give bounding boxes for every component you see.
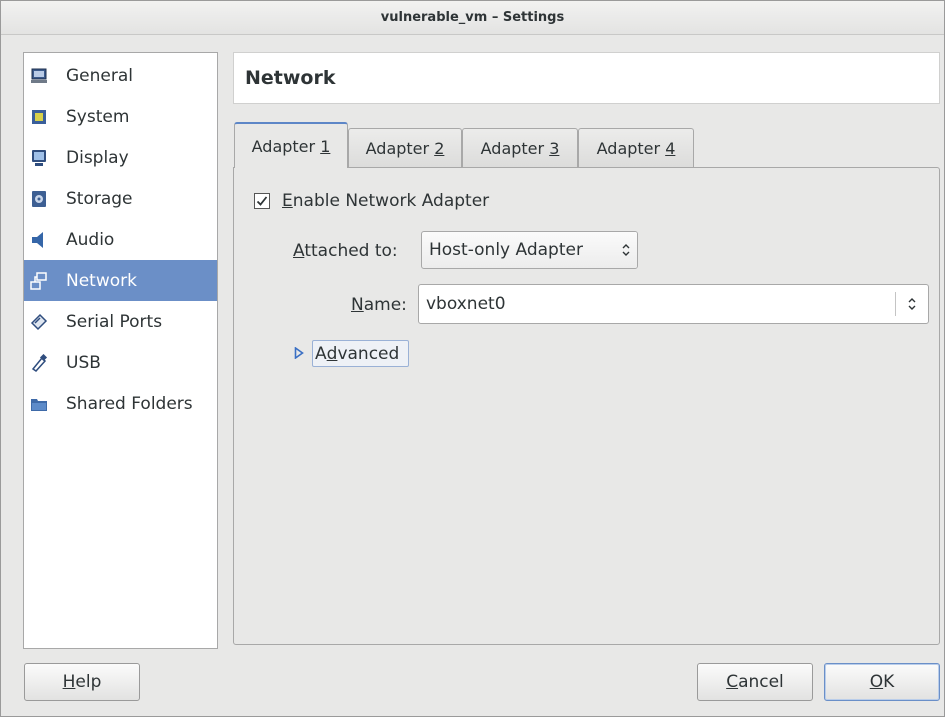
attached-to-value: Host-only Adapter (429, 240, 583, 260)
tab-adapter-3[interactable]: Adapter 3 (462, 128, 578, 167)
tab-adapter-4[interactable]: Adapter 4 (578, 128, 694, 167)
sidebar-item-shared-folders[interactable]: Shared Folders (24, 383, 217, 424)
name-label-text: ame: (363, 295, 407, 315)
settings-sidebar: General System Display Storage Audio Net… (23, 52, 218, 649)
speaker-icon (30, 231, 48, 249)
sidebar-item-label: Network (66, 270, 137, 291)
checkmark-icon (256, 196, 268, 206)
sidebar-item-label: Audio (66, 229, 115, 250)
sidebar-item-storage[interactable]: Storage (24, 178, 217, 219)
help-button[interactable]: Help (24, 663, 140, 701)
attached-to-select[interactable]: Host-only Adapter (421, 231, 638, 269)
folder-icon (30, 395, 48, 413)
disk-icon (30, 190, 48, 208)
attached-label-text: ttached to: (304, 241, 398, 261)
cancel-label: ancel (738, 672, 784, 692)
name-value: vboxnet0 (426, 294, 506, 314)
sidebar-item-label: Storage (66, 188, 133, 209)
expander-arrow-icon[interactable] (293, 346, 305, 360)
chip-icon (30, 108, 48, 126)
tab-label: Adapter (365, 138, 435, 158)
sidebar-item-label: USB (66, 352, 101, 373)
ok-label: K (883, 672, 895, 692)
tab-mnemonic: 2 (434, 138, 445, 158)
sidebar-item-label: Shared Folders (66, 393, 193, 414)
tab-label: Adapter (251, 136, 321, 156)
display-icon (30, 149, 48, 167)
sidebar-item-general[interactable]: General (24, 55, 217, 96)
sidebar-item-serial-ports[interactable]: Serial Ports (24, 301, 217, 342)
help-label: elp (75, 672, 102, 692)
tab-label: Adapter (480, 138, 550, 158)
updown-arrows-icon (896, 285, 928, 323)
sidebar-item-system[interactable]: System (24, 96, 217, 137)
advanced-expander[interactable]: Ad vanced (312, 340, 409, 367)
sidebar-item-audio[interactable]: Audio (24, 219, 217, 260)
advanced-mnemonic: d (326, 343, 338, 364)
monitor-icon (30, 67, 48, 85)
name-mnemonic: N (351, 295, 364, 315)
tab-mnemonic: 3 (549, 138, 560, 158)
tab-label: Adapter (596, 138, 666, 158)
sidebar-item-label: General (66, 65, 133, 86)
updown-arrows-icon (615, 232, 637, 268)
attached-mnemonic: A (293, 241, 305, 261)
cancel-mnemonic: C (726, 672, 739, 692)
enable-adapter-checkbox[interactable] (254, 193, 270, 209)
tab-adapter-2[interactable]: Adapter 2 (348, 128, 462, 167)
enable-label-text: nable Network Adapter (292, 191, 490, 211)
sidebar-item-label: System (66, 106, 130, 127)
enable-adapter-label[interactable]: Enable Network Adapter (282, 191, 489, 211)
ok-mnemonic: O (869, 672, 884, 692)
tab-adapter-1[interactable]: Adapter 1 (234, 122, 348, 168)
help-mnemonic: H (62, 672, 76, 692)
sidebar-item-label: Display (66, 147, 129, 168)
cancel-button[interactable]: Cancel (697, 663, 813, 701)
attached-to-label: Attached to: (293, 241, 398, 261)
name-select[interactable]: vboxnet0 (418, 284, 929, 324)
advanced-text-pre: A (315, 343, 327, 364)
tab-mnemonic: 4 (665, 138, 676, 158)
enable-mnemonic: E (282, 191, 293, 211)
tab-mnemonic: 1 (320, 136, 331, 156)
page-title: Network (233, 52, 940, 104)
sidebar-item-network[interactable]: Network (24, 260, 217, 301)
window-title: vulnerable_vm – Settings (1, 1, 944, 35)
sidebar-item-usb[interactable]: USB (24, 342, 217, 383)
sidebar-item-label: Serial Ports (66, 311, 163, 332)
usb-icon (30, 353, 48, 372)
name-label: Name: (351, 295, 407, 315)
advanced-text-rest: vanced (337, 343, 400, 364)
serial-port-icon (30, 313, 48, 331)
ok-button[interactable]: OK (824, 663, 940, 701)
sidebar-item-display[interactable]: Display (24, 137, 217, 178)
network-icon (30, 271, 48, 290)
